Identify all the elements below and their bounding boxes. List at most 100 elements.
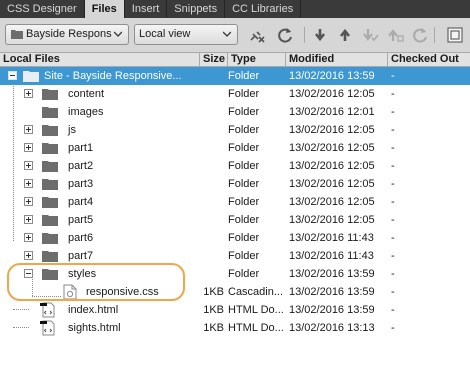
row-size <box>200 265 224 283</box>
synchronize-button[interactable] <box>411 26 429 44</box>
row-checked-out: - <box>391 268 395 280</box>
tab-files[interactable]: Files <box>84 0 125 18</box>
row-modified: 13/02/2016 12:05 <box>289 178 375 190</box>
tree-row-folder-styles[interactable]: styles Folder 13/02/2016 13:59 - <box>0 265 470 283</box>
row-name: part4 <box>68 196 94 208</box>
folder-icon <box>42 161 58 172</box>
tree-row-folder[interactable]: part6 Folder 13/02/2016 11:43 - <box>0 229 470 247</box>
row-type: Folder <box>228 106 260 118</box>
row-checked-out: - <box>391 124 395 136</box>
expand-toggle[interactable] <box>24 215 33 224</box>
expand-toggle[interactable] <box>24 197 33 206</box>
disconnect-icon <box>250 31 265 43</box>
row-checked-out: - <box>391 286 395 298</box>
row-size <box>200 85 224 103</box>
row-modified: 13/02/2016 12:01 <box>289 106 375 118</box>
file-grid: Site - Bayside Responsive... Folder 13/0… <box>0 67 470 372</box>
refresh-button[interactable] <box>276 26 294 44</box>
put-files-button[interactable] <box>336 26 354 44</box>
tree-row-folder[interactable]: part2 Folder 13/02/2016 12:05 - <box>0 157 470 175</box>
tab-css-designer[interactable]: CSS Designer <box>0 0 85 18</box>
row-type: Folder <box>228 124 260 136</box>
check-out-button[interactable] <box>361 26 379 44</box>
files-toolbar: Bayside Respons Local view <box>0 18 470 52</box>
row-name: js <box>68 124 76 136</box>
tree-row-folder[interactable]: js Folder 13/02/2016 12:05 - <box>0 121 470 139</box>
folder-icon <box>42 107 58 118</box>
expand-toggle[interactable] <box>24 89 33 98</box>
tree-row-file-css[interactable]: responsive.css 1KB Cascadin... 13/02/201… <box>0 283 470 301</box>
tree-row-folder[interactable]: part1 Folder 13/02/2016 12:05 - <box>0 139 470 157</box>
tree-row-folder[interactable]: content Folder 13/02/2016 12:05 - <box>0 85 470 103</box>
row-modified: 13/02/2016 13:59 <box>289 268 375 280</box>
row-name: part3 <box>68 178 94 190</box>
row-size: 1KB <box>203 322 224 334</box>
column-header-size[interactable]: Size <box>200 53 228 66</box>
tree-row-folder[interactable]: part3 Folder 13/02/2016 12:05 - <box>0 175 470 193</box>
tree-row-file-html[interactable]: sights.html 1KB HTML Do... 13/02/2016 13… <box>0 319 470 337</box>
row-modified: 13/02/2016 13:59 <box>289 70 375 82</box>
row-name: part7 <box>68 250 94 262</box>
row-name: Site - Bayside Responsive... <box>44 70 182 82</box>
expand-button[interactable] <box>446 26 464 44</box>
folder-icon <box>42 89 58 100</box>
row-checked-out: - <box>391 178 395 190</box>
collapse-toggle[interactable] <box>24 269 33 278</box>
tree-row-folder[interactable]: part4 Folder 13/02/2016 12:05 - <box>0 193 470 211</box>
column-header-type[interactable]: Type <box>228 53 286 66</box>
tab-cc-libraries[interactable]: CC Libraries <box>225 0 302 18</box>
expand-toggle[interactable] <box>24 233 33 242</box>
row-checked-out: - <box>391 214 395 226</box>
tab-insert[interactable]: Insert <box>125 0 168 18</box>
chevron-down-icon <box>114 31 122 37</box>
row-size <box>200 139 224 157</box>
tree-row-folder[interactable]: part7 Folder 13/02/2016 11:43 - <box>0 247 470 265</box>
expand-toggle[interactable] <box>24 125 33 134</box>
site-select-value: Bayside Respons <box>26 28 112 40</box>
row-modified: 13/02/2016 13:13 <box>289 322 375 334</box>
chevron-down-icon <box>223 31 231 37</box>
row-modified: 13/02/2016 12:05 <box>289 196 375 208</box>
tree-row-file-html[interactable]: index.html 1KB HTML Do... 13/02/2016 13:… <box>0 301 470 319</box>
put-files-icon <box>339 28 351 41</box>
expand-toggle[interactable] <box>24 161 33 170</box>
row-modified: 13/02/2016 12:05 <box>289 214 375 226</box>
row-name: responsive.css <box>86 286 159 298</box>
row-name: index.html <box>68 304 119 316</box>
check-in-button[interactable] <box>386 26 404 44</box>
expand-icon <box>447 27 463 43</box>
file-grid-header: Local Files Size Type Modified Checked O… <box>0 52 470 67</box>
expand-toggle[interactable] <box>24 179 33 188</box>
css-file-icon <box>63 284 77 300</box>
row-modified: 13/02/2016 12:05 <box>289 124 375 136</box>
row-size: 1KB <box>203 304 224 316</box>
toolbar-divider <box>304 27 305 43</box>
row-checked-out: - <box>391 196 395 208</box>
row-checked-out: - <box>391 70 395 82</box>
tree-row-folder[interactable]: images Folder 13/02/2016 12:01 - <box>0 103 470 121</box>
get-files-button[interactable] <box>311 26 329 44</box>
row-size <box>200 103 224 121</box>
expand-toggle[interactable] <box>24 143 33 152</box>
row-checked-out: - <box>391 232 395 244</box>
column-header-checked-out[interactable]: Checked Out <box>388 53 470 66</box>
site-select[interactable]: Bayside Respons <box>5 24 129 45</box>
collapse-toggle[interactable] <box>8 71 17 80</box>
folder-icon <box>42 143 58 154</box>
disconnect-button[interactable] <box>248 26 266 44</box>
row-size <box>200 157 224 175</box>
view-select-value: Local view <box>139 28 191 40</box>
tree-row-site[interactable]: Site - Bayside Responsive... Folder 13/0… <box>0 67 470 85</box>
tab-snippets[interactable]: Snippets <box>167 0 226 18</box>
row-size <box>200 229 224 247</box>
tab-bar-filler <box>301 0 470 18</box>
row-checked-out: - <box>391 142 395 154</box>
column-header-local-files[interactable]: Local Files <box>0 53 200 66</box>
row-type: Folder <box>228 88 260 100</box>
row-type: Folder <box>228 142 260 154</box>
expand-toggle[interactable] <box>24 251 33 260</box>
column-header-modified[interactable]: Modified <box>286 53 388 66</box>
tree-row-folder[interactable]: part5 Folder 13/02/2016 12:05 - <box>0 211 470 229</box>
row-size <box>200 247 224 265</box>
view-select[interactable]: Local view <box>134 24 238 45</box>
